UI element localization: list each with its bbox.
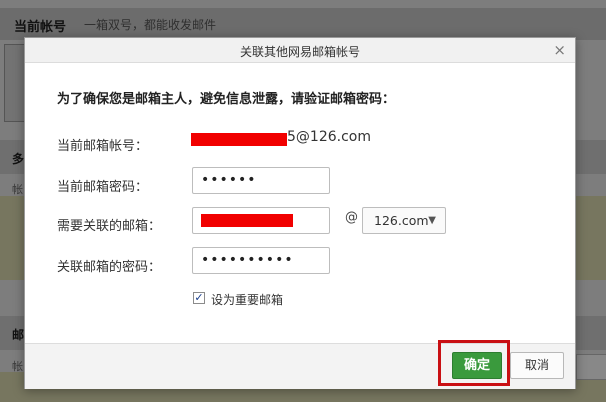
link-account-dialog: 关联其他网易邮箱帐号 × 为了确保您是邮箱主人，避免信息泄露，请验证邮箱密码： …: [24, 37, 576, 389]
background-section-2-label: 邮: [12, 328, 25, 342]
background-current-account-title: 当前帐号: [14, 20, 67, 35]
link-password-label: 关联邮箱的密码：: [57, 260, 162, 275]
background-current-account-sub: 一箱双号，都能收发邮件: [84, 18, 217, 32]
current-password-input[interactable]: ••••••: [192, 167, 330, 194]
background-button: [576, 354, 606, 380]
dialog-title: 关联其他网易邮箱帐号: [239, 45, 360, 59]
current-account-value: 5@126.com: [287, 129, 371, 145]
domain-select[interactable]: 126.com ▼: [362, 207, 446, 234]
verification-notice: 为了确保您是邮箱主人，避免信息泄露，请验证邮箱密码：: [57, 92, 396, 107]
chevron-down-icon: ▼: [428, 215, 436, 226]
at-symbol: @: [345, 210, 358, 225]
close-icon[interactable]: ×: [553, 41, 566, 59]
important-mailbox-label: 设为重要邮箱: [211, 293, 284, 307]
dialog-titlebar: 关联其他网易邮箱帐号 ×: [25, 38, 575, 63]
link-password-input[interactable]: ••••••••••: [192, 247, 330, 274]
confirm-button-highlight: [438, 340, 510, 386]
current-account-label: 当前邮箱帐号：: [57, 139, 149, 154]
background-section-1-small: 帐: [12, 183, 23, 196]
background-section-1-label: 多: [12, 152, 25, 166]
important-mailbox-checkbox[interactable]: ✓: [193, 292, 205, 304]
redacted-link-email: [201, 214, 293, 227]
redacted-account-name: [191, 133, 287, 146]
link-email-label: 需要关联的邮箱：: [57, 219, 162, 234]
current-password-label: 当前邮箱密码：: [57, 180, 149, 195]
cancel-button[interactable]: 取消: [510, 352, 564, 379]
domain-selected-value: 126.com: [374, 213, 429, 228]
